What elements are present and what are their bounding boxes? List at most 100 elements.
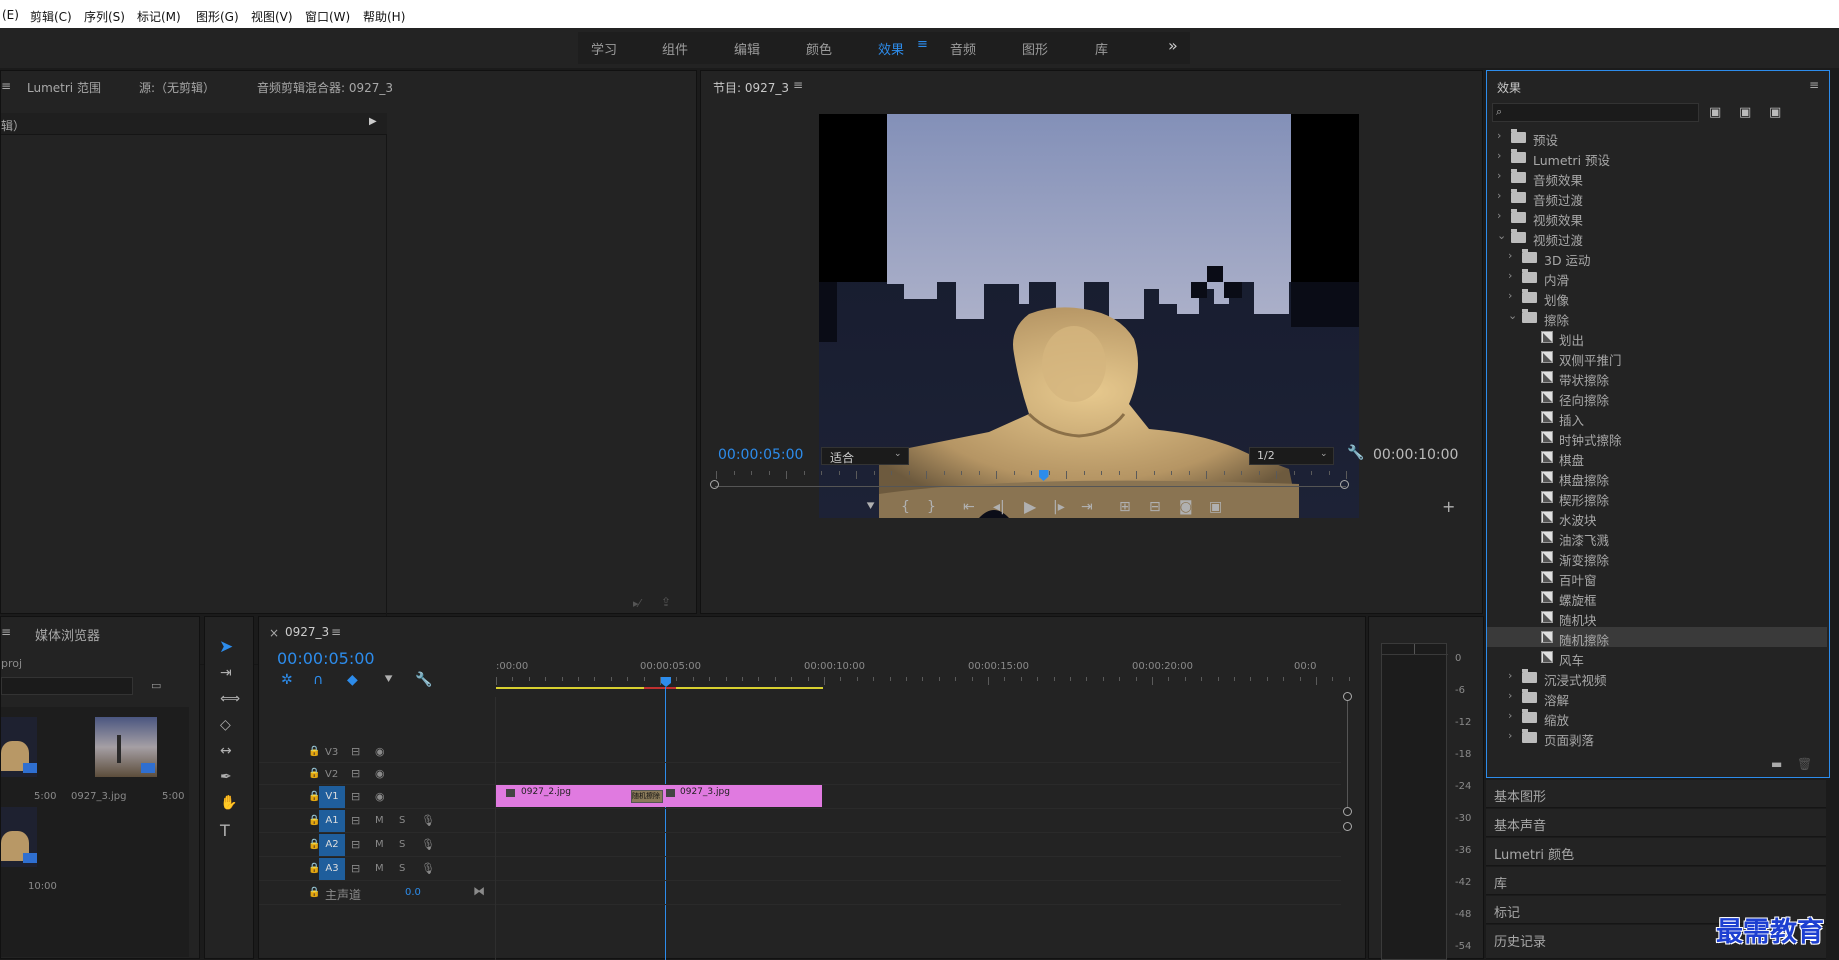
track-name[interactable]: V2 xyxy=(325,769,338,780)
chevron-right-icon[interactable]: › xyxy=(1508,729,1512,742)
slip-tool-icon[interactable]: ↔ xyxy=(220,743,232,759)
lock-icon[interactable]: 🔒 xyxy=(308,746,320,757)
track-name[interactable]: A1 xyxy=(319,810,345,832)
step-forward-icon[interactable]: |▸ xyxy=(1053,499,1065,515)
chevron-right-icon[interactable]: › xyxy=(1508,269,1512,282)
chevron-down-icon[interactable]: ⌄ xyxy=(1508,309,1517,322)
mute-button[interactable]: M xyxy=(375,815,384,826)
workspace-editing[interactable]: 编辑 xyxy=(734,39,760,58)
menu-marker[interactable]: 标记(M) xyxy=(137,8,181,25)
workspace-graphics[interactable]: 图形 xyxy=(1022,39,1048,58)
program-menu-icon[interactable]: ≡ xyxy=(793,78,803,92)
wrench-icon[interactable]: 🔧 xyxy=(1347,445,1364,461)
vscroll-handle-low[interactable] xyxy=(1343,822,1352,831)
tab-audio-clip-mixer[interactable]: 音频剪辑混合器: 0927_3 xyxy=(257,79,393,96)
effects-tree-row[interactable]: › 预设 xyxy=(1487,127,1827,148)
panel-libraries[interactable]: 库 xyxy=(1486,867,1826,895)
effects-tree-row[interactable]: 油漆飞溅 xyxy=(1487,527,1827,548)
workspace-effects[interactable]: 效果 xyxy=(878,39,904,58)
chevron-down-icon[interactable]: ⌄ xyxy=(1497,229,1506,242)
new-bin-icon[interactable]: ▭ xyxy=(151,679,161,692)
program-timecode[interactable]: 00:00:05:00 xyxy=(718,447,803,463)
tab-source[interactable]: 源:（无剪辑） xyxy=(139,79,215,96)
mic-icon[interactable]: 🎙 xyxy=(421,814,435,827)
menu-clip[interactable]: 剪辑(C) xyxy=(30,8,72,25)
effects-tree-row[interactable]: 水波块 xyxy=(1487,507,1827,528)
tab-media-browser[interactable]: 媒体浏览器 xyxy=(35,625,100,644)
effects-tree-row[interactable]: ⌄ 擦除 xyxy=(1487,307,1827,328)
mark-out-icon[interactable]: } xyxy=(927,499,936,515)
master-volume[interactable]: 0.0 xyxy=(405,887,421,898)
track-select-tool-icon[interactable]: ⇥ xyxy=(220,665,232,681)
effects-tree-row[interactable]: › 内滑 xyxy=(1487,267,1827,288)
share-icon[interactable]: ⇪ xyxy=(661,595,671,609)
add-marker-icon[interactable]: ⯆ xyxy=(865,499,876,515)
effects-title[interactable]: 效果 xyxy=(1497,79,1521,96)
chevron-right-icon[interactable]: › xyxy=(1497,189,1501,202)
effects-tree-row[interactable]: 带状擦除 xyxy=(1487,367,1827,388)
track-name[interactable]: V3 xyxy=(325,747,338,758)
selection-tool-icon[interactable]: ➤ xyxy=(219,637,233,657)
sync-lock-icon[interactable]: ⊟ xyxy=(351,745,360,758)
menu-edit[interactable]: (E) xyxy=(2,8,19,22)
tab-lumetri-scopes[interactable]: Lumetri 范围 xyxy=(27,79,101,96)
program-scrubber-line[interactable] xyxy=(715,486,1346,487)
workspace-assembly[interactable]: 组件 xyxy=(662,39,688,58)
transition-marker[interactable]: 随机擦除 xyxy=(631,790,663,803)
effects-tree-row[interactable]: ⌄ 视频过渡 xyxy=(1487,227,1827,248)
go-to-in-icon[interactable]: ⇤ xyxy=(963,499,975,515)
snap-icon[interactable]: ∩ xyxy=(313,672,323,688)
chevron-right-icon[interactable]: › xyxy=(1508,669,1512,682)
track-name[interactable]: A3 xyxy=(319,858,345,880)
play-icon[interactable]: ▶ xyxy=(1024,497,1036,516)
chevron-right-icon[interactable]: › xyxy=(1508,249,1512,262)
step-back-icon[interactable]: ◂| xyxy=(993,499,1005,515)
add-marker-icon[interactable]: ⯆ xyxy=(383,672,394,688)
workspace-menu-icon[interactable]: ≡ xyxy=(917,37,928,52)
track-name[interactable]: V1 xyxy=(319,786,345,808)
extract-icon[interactable]: ⊟ xyxy=(1149,499,1161,515)
fit-dropdown[interactable]: 适合 ⌄ xyxy=(821,447,909,465)
thumb-0927-2[interactable] xyxy=(1,717,37,777)
mark-in-icon[interactable]: { xyxy=(901,499,910,515)
expand-arrow-icon[interactable]: ▶ xyxy=(369,116,377,127)
solo-button[interactable]: S xyxy=(399,863,405,874)
mute-button[interactable]: M xyxy=(375,863,384,874)
effects-tree-row[interactable]: › 缩放 xyxy=(1487,707,1827,728)
camera-icon[interactable]: ◙ xyxy=(1179,499,1193,515)
workspace-learn[interactable]: 学习 xyxy=(591,39,617,58)
effects-tree-row[interactable]: 划出 xyxy=(1487,327,1827,348)
panel-menu-icon[interactable]: ≡ xyxy=(1,79,11,93)
timeline-settings-icon[interactable]: 🔧 xyxy=(415,672,432,688)
panel-lumetri-color[interactable]: Lumetri 颜色 xyxy=(1486,838,1826,866)
timeline-timecode[interactable]: 00:00:05:00 xyxy=(277,649,375,668)
effects-tree-row[interactable]: 时钟式擦除 xyxy=(1487,427,1827,448)
new-bin-icon[interactable]: ▬ xyxy=(1771,757,1782,771)
chevron-right-icon[interactable]: › xyxy=(1497,169,1501,182)
workspace-audio[interactable]: 音频 xyxy=(950,39,976,58)
delete-icon[interactable]: 🗑 xyxy=(1797,757,1812,771)
razor-tool-icon[interactable]: ◇ xyxy=(220,717,231,733)
scrub-start-handle[interactable] xyxy=(710,480,719,489)
effects-tree-row[interactable]: 棋盘擦除 xyxy=(1487,467,1827,488)
effects-tree-row[interactable]: 双侧平推门 xyxy=(1487,347,1827,368)
lift-icon[interactable]: ⊞ xyxy=(1119,499,1131,515)
export-frame-icon[interactable]: ▸⁄ xyxy=(633,597,640,610)
sequence-tab[interactable]: 0927_3 xyxy=(285,625,329,639)
workspace-color[interactable]: 颜色 xyxy=(806,39,832,58)
compare-view-icon[interactable]: ▣ xyxy=(1209,499,1222,515)
go-to-end-icon[interactable]: ⧓ xyxy=(473,884,485,898)
thumb-sequence[interactable] xyxy=(1,807,37,867)
effects-tree-row[interactable]: › 3D 运动 xyxy=(1487,247,1827,268)
lock-icon[interactable]: 🔒 xyxy=(308,768,320,779)
sync-lock-icon[interactable]: ⊟ xyxy=(351,838,360,851)
type-tool-icon[interactable]: T xyxy=(220,821,230,840)
project-menu-icon[interactable]: ≡ xyxy=(1,625,11,639)
effects-tree-row[interactable]: 渐变擦除 xyxy=(1487,547,1827,568)
resolution-dropdown[interactable]: 1/2 ⌄ xyxy=(1249,447,1334,465)
vscroll-handle-top[interactable] xyxy=(1343,692,1352,701)
menu-view[interactable]: 视图(V) xyxy=(251,8,293,25)
eye-icon[interactable]: ◉ xyxy=(375,790,385,803)
menu-graphics[interactable]: 图形(G) xyxy=(196,8,239,25)
effects-tree-row[interactable]: › 视频效果 xyxy=(1487,207,1827,228)
